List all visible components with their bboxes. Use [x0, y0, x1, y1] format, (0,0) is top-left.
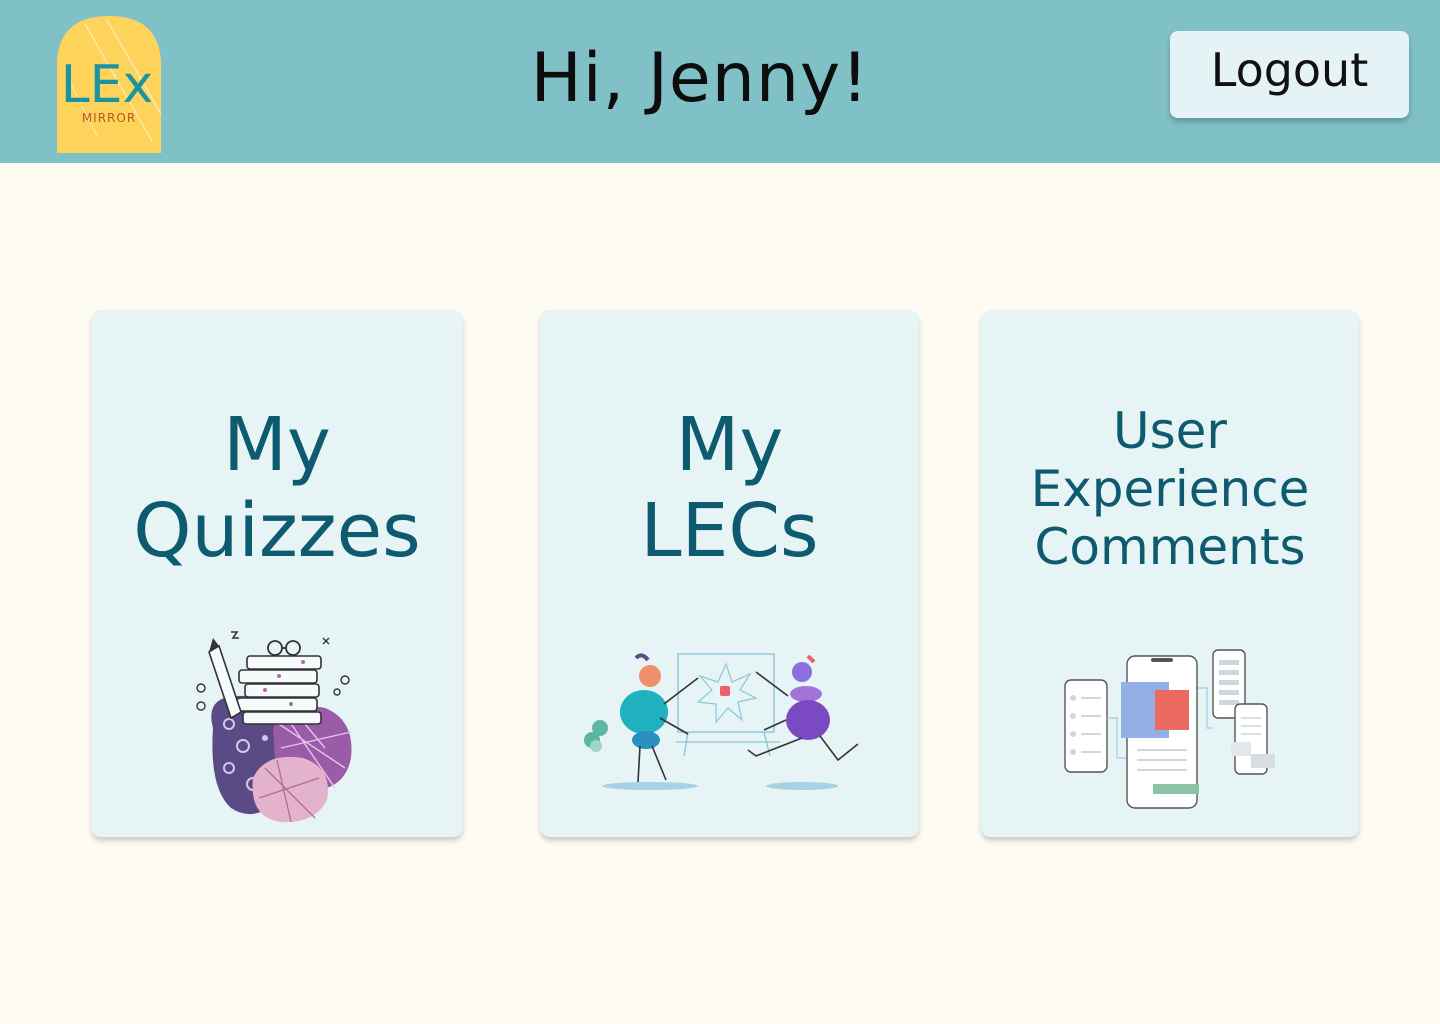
user-experience-comments-card[interactable]: User Experience Comments — [981, 310, 1359, 837]
my-lecs-card[interactable]: My LECs — [540, 310, 919, 837]
card-title: My Quizzes — [91, 402, 463, 574]
card-title-line: My — [223, 402, 331, 488]
phone-wireframes-illustration — [1063, 648, 1279, 812]
card-title-line: LECs — [640, 488, 819, 574]
greeting-title: Hi, Jenny! — [530, 39, 870, 118]
logo-main-text: LEx — [61, 55, 154, 115]
stacked-books-with-glasses-illustration — [195, 628, 365, 824]
two-people-with-board-illustration — [580, 648, 864, 798]
card-title-line: Experience — [1030, 460, 1310, 518]
card-title-line: Quizzes — [133, 488, 421, 574]
lex-mirror-logo[interactable]: LEx MIRROR — [57, 16, 161, 153]
card-title-line: Comments — [1034, 518, 1306, 576]
my-quizzes-card[interactable]: My Quizzes — [91, 310, 463, 837]
logout-button[interactable]: Logout — [1170, 31, 1409, 118]
card-title: User Experience Comments — [981, 402, 1359, 576]
logo-sub-text: MIRROR — [82, 111, 136, 125]
card-title-line: My — [675, 402, 784, 488]
top-header: LEx MIRROR Hi, Jenny! Logout — [0, 0, 1440, 163]
card-title-line: User — [1113, 402, 1227, 460]
card-title: My LECs — [540, 402, 919, 574]
